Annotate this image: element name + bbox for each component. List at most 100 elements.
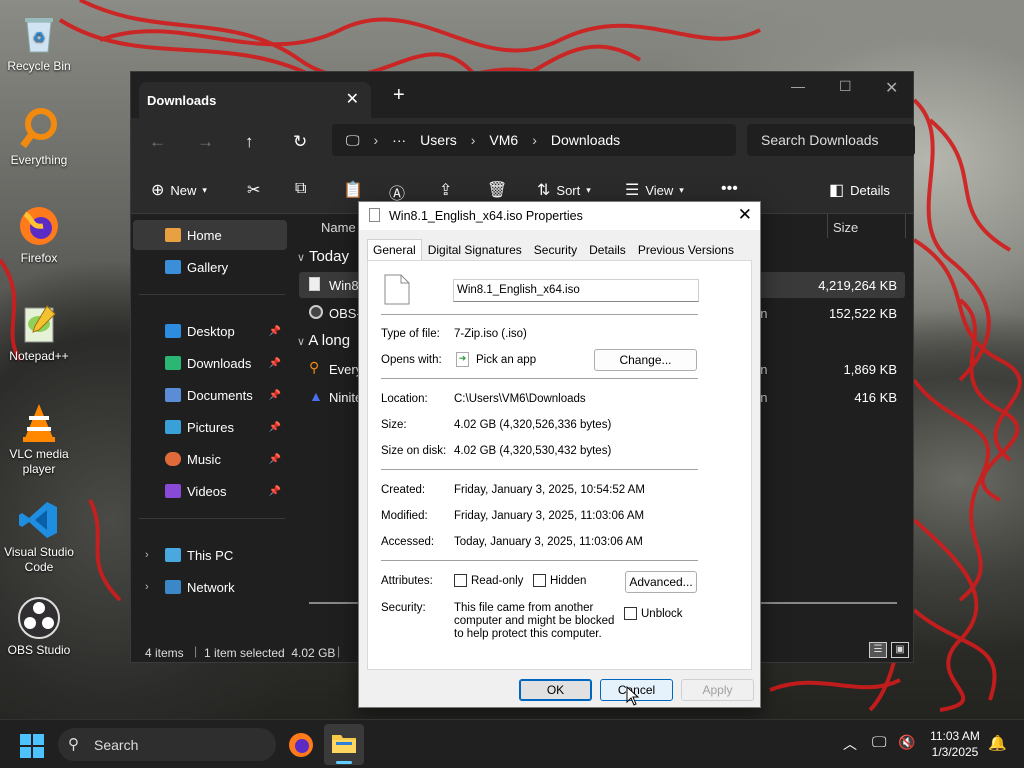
desktop-icon-notepad-plus-plus[interactable]: Notepad++	[2, 302, 76, 364]
advanced-button[interactable]: Advanced...	[625, 571, 697, 593]
more-icon: •••	[721, 180, 738, 197]
pin-icon: 📌	[268, 485, 281, 497]
refresh-icon[interactable]: ↻	[293, 132, 307, 152]
sidebar-item-documents[interactable]: Documents 📌	[133, 380, 287, 410]
share-button[interactable]: ⇪	[439, 180, 452, 200]
tab-title: Downloads	[147, 92, 217, 108]
modified-value: Friday, January 3, 2025, 11:03:06 AM	[454, 510, 645, 522]
hidden-checkbox[interactable]: Hidden	[533, 574, 586, 587]
view-button[interactable]: ☰ View ▾	[625, 180, 684, 200]
readonly-checkbox[interactable]: Read-only	[454, 574, 523, 587]
folder-icon	[332, 735, 356, 753]
status-selection: 1 item selected 4.02 GB	[204, 646, 336, 660]
scissors-icon: ✂	[247, 182, 261, 199]
vlc-icon	[17, 400, 61, 444]
desktop-icon-obs[interactable]: OBS Studio	[2, 596, 76, 658]
chevron-right-icon[interactable]: ›	[145, 581, 149, 593]
windows-start-icon[interactable]	[20, 734, 44, 758]
close-tab-icon[interactable]: ✕	[346, 89, 359, 109]
pin-icon: 📌	[268, 325, 281, 337]
obs-icon	[17, 596, 61, 640]
paste-button[interactable]: 📋	[343, 180, 363, 200]
pin-icon: 📌	[268, 389, 281, 401]
everything-search-icon: ⚲	[309, 359, 320, 375]
forward-arrow-icon[interactable]: →	[197, 132, 214, 152]
desktop-icon-vscode[interactable]: Visual Studio Code	[2, 498, 76, 575]
divider	[139, 518, 285, 519]
sidebar-item-pictures[interactable]: Pictures 📌	[133, 412, 287, 442]
maximize-button[interactable]: ☐	[839, 78, 852, 95]
sidebar-item-this-pc[interactable]: › This PC	[133, 540, 287, 570]
pictures-folder-icon	[165, 420, 181, 434]
desktop-icon-everything[interactable]: Everything	[2, 106, 76, 168]
breadcrumb-downloads[interactable]: Downloads	[551, 132, 620, 148]
close-icon[interactable]: ✕	[738, 205, 752, 225]
tab-downloads[interactable]: Downloads ✕	[139, 82, 371, 118]
dialog-title-bar: Win8.1_English_x64.iso Properties ✕	[359, 202, 760, 230]
group-header-a-long-time-ago[interactable]: ∨ A long	[297, 332, 350, 349]
pin-icon: 📌	[268, 453, 281, 465]
breadcrumb-users[interactable]: Users	[420, 132, 457, 148]
chevron-right-icon: ›	[470, 132, 476, 148]
clock[interactable]: 11:03 AM 1/3/2025	[924, 728, 986, 760]
breadcrumb-vm6[interactable]: VM6	[489, 132, 518, 148]
general-tab-panel: Win8.1_English_x64.iso Type of file: 7-Z…	[367, 260, 752, 670]
large-icons-view-icon[interactable]: ▣	[891, 642, 909, 658]
minimize-button[interactable]: —	[791, 78, 805, 94]
search-input[interactable]: Search Downloads	[747, 124, 915, 156]
delete-button[interactable]: 🗑	[487, 180, 507, 200]
group-header-today[interactable]: ∨ Today	[297, 248, 349, 265]
cut-button[interactable]: ✂	[247, 180, 260, 200]
sort-button[interactable]: ⇅ Sort ▾	[537, 180, 591, 200]
opens-with-value: Pick an app	[476, 354, 537, 366]
desktop-icon-recycle-bin[interactable]: ♻ Recycle Bin	[2, 12, 76, 74]
sort-icon: ⇅	[537, 182, 551, 199]
firefox-taskbar-icon[interactable]	[288, 732, 314, 758]
new-button[interactable]: ⊕ New ▾	[151, 180, 207, 200]
chevron-right-icon[interactable]: ›	[145, 549, 149, 561]
document-icon	[384, 274, 410, 305]
file-explorer-taskbar-button[interactable]	[324, 724, 364, 765]
sidebar-item-gallery[interactable]: Gallery	[133, 252, 287, 282]
desktop-icon-firefox[interactable]: Firefox	[2, 204, 76, 266]
back-arrow-icon[interactable]: ←	[149, 132, 166, 152]
volume-muted-icon[interactable]: 🔇	[898, 734, 915, 751]
sidebar-item-videos[interactable]: Videos 📌	[133, 476, 287, 506]
up-arrow-icon[interactable]: ↑	[245, 132, 254, 152]
taskbar-search[interactable]: ⚲ Search	[58, 728, 276, 761]
separator	[381, 378, 698, 379]
details-pane-button[interactable]: ◧ Details	[829, 180, 890, 200]
column-header-size[interactable]: Size	[833, 220, 858, 235]
close-window-button[interactable]: ✕	[885, 78, 898, 98]
filename-field[interactable]: Win8.1_English_x64.iso	[453, 279, 699, 302]
sidebar-item-network[interactable]: › Network	[133, 572, 287, 602]
network-status-icon[interactable]: 🖵	[872, 734, 886, 751]
notification-bell-icon[interactable]: 🔔	[988, 734, 1007, 752]
more-path-icon[interactable]: ···	[392, 132, 406, 148]
tab-general[interactable]: General	[367, 239, 422, 261]
dialog-tabs: General Digital Signatures Security Deta…	[367, 239, 740, 261]
apply-button[interactable]: Apply	[681, 679, 754, 701]
change-button[interactable]: Change...	[594, 349, 697, 371]
column-header-name[interactable]: Name	[321, 220, 356, 235]
unblock-checkbox[interactable]: Unblock	[624, 607, 683, 620]
chevron-up-icon[interactable]: ︿	[843, 734, 857, 754]
sidebar-item-desktop[interactable]: Desktop 📌	[133, 316, 287, 346]
details-view-icon[interactable]: ☰	[869, 642, 887, 658]
sidebar-item-home[interactable]: Home	[133, 220, 287, 250]
tab-security[interactable]: Security	[528, 239, 583, 261]
more-options-button[interactable]: •••	[721, 180, 738, 198]
tab-details[interactable]: Details	[583, 239, 632, 261]
this-pc-icon	[165, 548, 181, 562]
ok-button[interactable]: OK	[519, 679, 592, 701]
sidebar-item-music[interactable]: Music 📌	[133, 444, 287, 474]
gallery-icon	[165, 260, 181, 274]
sidebar-item-downloads[interactable]: Downloads 📌	[133, 348, 287, 378]
breadcrumb[interactable]: 🖵 › ··· Users › VM6 › Downloads	[332, 124, 736, 156]
tab-digital-signatures[interactable]: Digital Signatures	[422, 239, 528, 261]
copy-button[interactable]: ⧉	[295, 180, 306, 198]
tab-previous-versions[interactable]: Previous Versions	[632, 239, 740, 261]
file-icon	[309, 277, 320, 291]
new-tab-button[interactable]: +	[393, 84, 405, 107]
desktop-icon-vlc[interactable]: VLC media player	[2, 400, 76, 477]
